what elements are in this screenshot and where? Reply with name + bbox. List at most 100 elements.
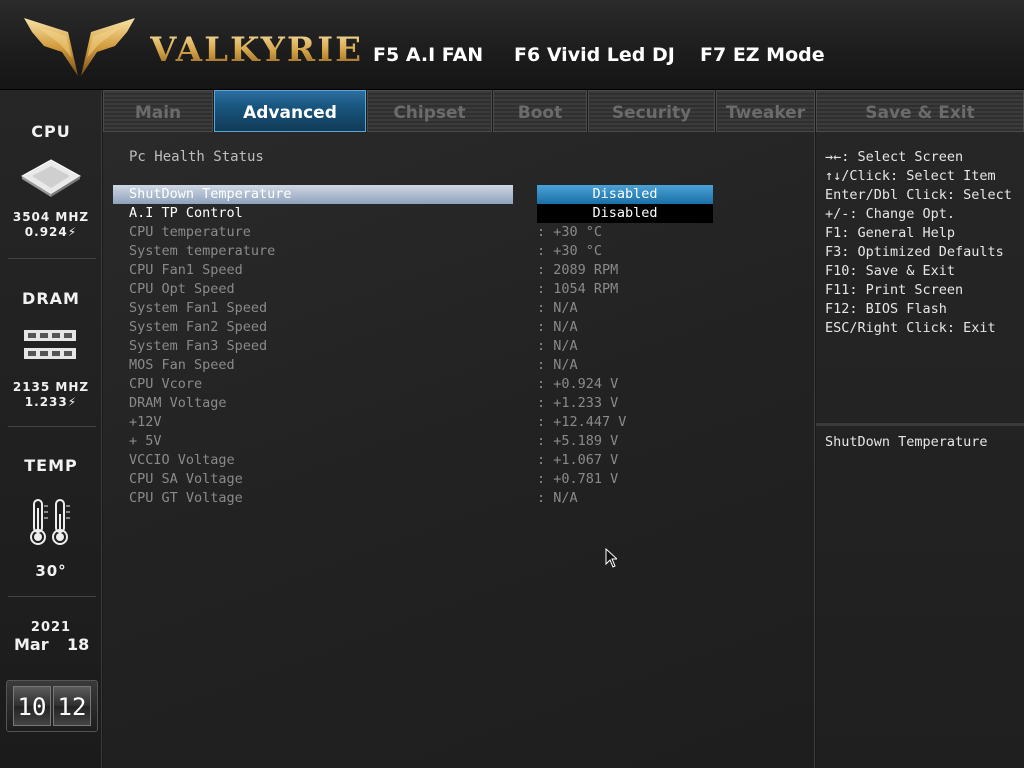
list-item: + 5V : +5.189 V — [113, 432, 803, 451]
reading-value: : N/A — [537, 338, 578, 354]
header-bar: VALKYRIE F5 A.I FAN F6 Vivid Led DJ F7 E… — [0, 0, 1024, 90]
tab-security[interactable]: Security — [588, 90, 715, 132]
thermometer-icon — [30, 499, 70, 545]
help-panel: →←: Select Screen ↑↓/Click: Select Item … — [816, 132, 1024, 768]
reading-label: CPU Fan1 Speed — [129, 262, 243, 278]
sidebar-divider — [8, 258, 96, 259]
clock-hour: 10 — [13, 686, 51, 726]
help-key-line: ↑↓/Click: Select Item — [825, 168, 996, 184]
ai-tp-control-row[interactable]: A.I TP Control Disabled — [113, 204, 803, 223]
clock-minute: 12 — [53, 686, 91, 726]
reading-label: CPU SA Voltage — [129, 471, 243, 487]
tab-tweaker[interactable]: Tweaker — [716, 90, 815, 132]
section-title: Pc Health Status — [129, 149, 264, 165]
list-item: System temperature : +30 °C — [113, 242, 803, 261]
list-item: MOS Fan Speed : N/A — [113, 356, 803, 375]
cpu-chip-icon — [21, 159, 81, 197]
help-key-line: ESC/Right Click: Exit — [825, 320, 996, 336]
setting-label: ShutDown Temperature — [129, 186, 292, 202]
reading-label: System Fan3 Speed — [129, 338, 268, 354]
help-key-line: →←: Select Screen — [825, 149, 964, 165]
date-year: 2021 — [30, 620, 72, 635]
tab-chipset[interactable]: Chipset — [367, 90, 492, 132]
sidebar-divider — [8, 426, 96, 427]
list-item: CPU Vcore : +0.924 V — [113, 375, 803, 394]
ai-tp-control-option[interactable]: Disabled — [537, 204, 713, 223]
reading-label: CPU Vcore — [129, 376, 203, 392]
memory-module-icon — [24, 330, 76, 359]
reading-label: CPU GT Voltage — [129, 490, 243, 506]
reading-value: : +12.447 V — [537, 414, 627, 430]
tab-boot[interactable]: Boot — [493, 90, 587, 132]
list-item: +12V : +12.447 V — [113, 413, 803, 432]
hotkey-ai-fan[interactable]: F5 A.I FAN — [373, 44, 483, 66]
help-key-line: F11: Print Screen — [825, 282, 964, 298]
system-monitor-sidebar: CPU 3504 MHZ 0.924⚡ DRAM 2135 MHZ 1.233⚡… — [0, 90, 102, 768]
reading-value: : +30 °C — [537, 224, 603, 240]
dram-label: DRAM — [22, 289, 80, 308]
list-item: CPU Opt Speed : 1054 RPM — [113, 280, 803, 299]
cpu-voltage: 0.924⚡ — [24, 225, 78, 239]
reading-label: System temperature — [129, 243, 276, 259]
reading-label: +12V — [129, 414, 162, 430]
valkyrie-wings-logo — [24, 18, 135, 76]
settings-panel: Pc Health Status ShutDown Temperature Di… — [103, 132, 815, 768]
cpu-label: CPU — [31, 122, 71, 141]
list-item: System Fan1 Speed : N/A — [113, 299, 803, 318]
list-item: CPU Fan1 Speed : 2089 RPM — [113, 261, 803, 280]
dram-frequency: 2135 MHZ — [12, 380, 90, 394]
list-item: CPU SA Voltage : +0.781 V — [113, 470, 803, 489]
reading-label: DRAM Voltage — [129, 395, 227, 411]
reading-label: + 5V — [129, 433, 162, 449]
shutdown-temperature-option[interactable]: Disabled — [537, 185, 713, 204]
reading-label: System Fan2 Speed — [129, 319, 268, 335]
tab-main[interactable]: Main — [103, 90, 213, 132]
reading-value: : 1054 RPM — [537, 281, 619, 297]
tab-save-exit[interactable]: Save & Exit — [816, 90, 1024, 132]
menu-tabs: Main Advanced Chipset Boot Security Twea… — [103, 90, 1024, 132]
reading-label: MOS Fan Speed — [129, 357, 235, 373]
help-key-line: Enter/Dbl Click: Select — [825, 187, 1012, 203]
temperature-value: 30° — [35, 562, 67, 580]
item-help-description: ShutDown Temperature — [825, 434, 988, 450]
mouse-cursor-icon — [605, 548, 617, 568]
setting-label: A.I TP Control — [129, 205, 243, 221]
list-item: CPU GT Voltage : N/A — [113, 489, 803, 508]
dram-voltage: 1.233⚡ — [24, 395, 78, 409]
reading-value: : +30 °C — [537, 243, 603, 259]
reading-value: : N/A — [537, 300, 578, 316]
flip-clock: 10 12 — [6, 680, 98, 732]
reading-value: : 2089 RPM — [537, 262, 619, 278]
help-key-line: F10: Save & Exit — [825, 263, 956, 279]
reading-value: : +5.189 V — [537, 433, 619, 449]
reading-value: : +0.781 V — [537, 471, 619, 487]
list-item: DRAM Voltage : +1.233 V — [113, 394, 803, 413]
reading-value: : +1.067 V — [537, 452, 619, 468]
help-divider — [816, 423, 1024, 426]
shutdown-temperature-row[interactable]: ShutDown Temperature Disabled — [113, 185, 803, 204]
list-item: System Fan2 Speed : N/A — [113, 318, 803, 337]
reading-value: : N/A — [537, 357, 578, 373]
help-key-line: F1: General Help — [825, 225, 956, 241]
temp-label: TEMP — [24, 456, 78, 475]
hotkey-ez-mode[interactable]: F7 EZ Mode — [700, 44, 825, 66]
reading-value: : N/A — [537, 319, 578, 335]
hotkey-vivid-led-dj[interactable]: F6 Vivid Led DJ — [514, 44, 675, 66]
tab-advanced[interactable]: Advanced — [214, 90, 366, 132]
cpu-frequency: 3504 MHZ — [12, 210, 90, 224]
reading-value: : +0.924 V — [537, 376, 619, 392]
list-item: VCCIO Voltage : +1.067 V — [113, 451, 803, 470]
help-key-line: +/-: Change Opt. — [825, 206, 956, 222]
reading-value: : N/A — [537, 490, 578, 506]
reading-label: System Fan1 Speed — [129, 300, 268, 316]
list-item: CPU temperature : +30 °C — [113, 223, 803, 242]
date-month: Mar — [14, 635, 49, 654]
reading-label: CPU Opt Speed — [129, 281, 235, 297]
brand-name: VALKYRIE — [150, 30, 364, 70]
reading-value: : +1.233 V — [537, 395, 619, 411]
date-day: 18 — [67, 635, 90, 654]
sidebar-divider — [8, 596, 96, 597]
reading-label: CPU temperature — [129, 224, 251, 240]
reading-label: VCCIO Voltage — [129, 452, 235, 468]
help-key-line: F12: BIOS Flash — [825, 301, 947, 317]
